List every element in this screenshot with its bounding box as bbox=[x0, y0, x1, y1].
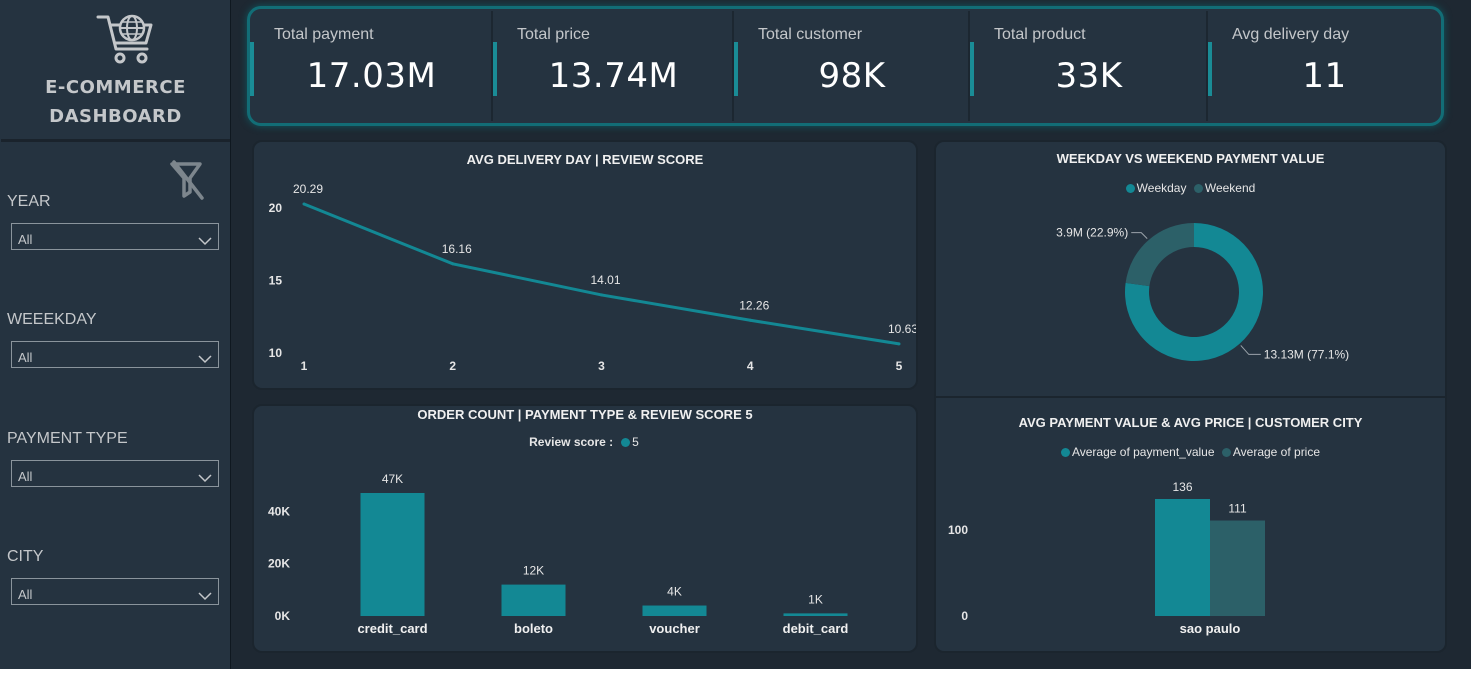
bar bbox=[1155, 499, 1210, 616]
payment-type-dropdown[interactable]: All bbox=[11, 460, 219, 487]
x-tick-label: 2 bbox=[449, 359, 456, 373]
x-tick-label: boleto bbox=[514, 621, 553, 636]
payment-type-dropdown-value: All bbox=[18, 469, 33, 484]
bar bbox=[783, 613, 848, 616]
year-dropdown-value: All bbox=[18, 232, 33, 247]
kpi-value: 33K bbox=[1055, 56, 1123, 96]
dashboard-title-line1: E-COMMERCE bbox=[45, 77, 186, 98]
y-tick-label: 100 bbox=[948, 523, 968, 537]
data-label: 136 bbox=[1172, 480, 1192, 494]
kpi-label: Total price bbox=[517, 26, 590, 43]
city-bar-chart: 0 100 136 111 sao paulo bbox=[948, 480, 1265, 636]
data-label: 12.26 bbox=[739, 298, 769, 312]
kpi-label: Total customer bbox=[758, 26, 863, 43]
data-point bbox=[748, 318, 752, 322]
order-count-panel: ORDER COUNT | PAYMENT TYPE & REVIEW SCOR… bbox=[252, 404, 918, 653]
kpi-value: 13.74M bbox=[548, 56, 679, 96]
y-tick-label: 0K bbox=[275, 609, 291, 623]
data-point bbox=[600, 293, 603, 297]
chevron-down-icon bbox=[198, 468, 212, 487]
x-tick-label: 4 bbox=[747, 359, 754, 373]
x-tick-label: 5 bbox=[896, 359, 903, 373]
x-tick-label: 1 bbox=[301, 359, 308, 373]
weekday-dropdown[interactable]: All bbox=[11, 341, 219, 368]
y-tick-label: 15 bbox=[269, 274, 283, 288]
kpi-card-total-price: Total price 13.74M bbox=[493, 9, 734, 123]
data-label: 1K bbox=[808, 592, 823, 606]
kpi-card-total-payment: Total payment 17.03M bbox=[250, 9, 493, 123]
year-dropdown[interactable]: All bbox=[11, 223, 219, 250]
y-tick-label: 20 bbox=[269, 201, 283, 215]
weekday-dropdown-value: All bbox=[18, 350, 33, 365]
bar bbox=[1210, 520, 1265, 616]
bar-chart: 0K 20K 40K 47K credit_card 12K boleto 4K voucher… bbox=[268, 472, 849, 636]
kpi-label: Total payment bbox=[274, 26, 374, 43]
data-label: 14.01 bbox=[590, 273, 620, 287]
bar bbox=[642, 605, 707, 616]
data-label: 47K bbox=[382, 472, 403, 486]
data-label: 20.29 bbox=[293, 182, 323, 196]
kpi-value: 98K bbox=[818, 56, 886, 96]
data-point bbox=[451, 262, 455, 266]
bar bbox=[501, 584, 566, 616]
x-tick-label: voucher bbox=[649, 621, 700, 636]
x-tick-label: sao paulo bbox=[1180, 621, 1241, 636]
y-tick-label: 0 bbox=[961, 609, 968, 623]
kpi-value: 17.03M bbox=[306, 56, 437, 96]
data-point bbox=[302, 202, 306, 206]
filter-label-city: CITY bbox=[7, 548, 44, 565]
data-label: 111 bbox=[1228, 502, 1247, 516]
data-label: 10.63 bbox=[888, 322, 916, 336]
payment-value-panel: WEEKDAY VS WEEKEND PAYMENT VALUE Weekday… bbox=[934, 140, 1447, 653]
y-tick-label: 20K bbox=[268, 557, 290, 571]
clear-filter-icon[interactable] bbox=[168, 158, 208, 206]
sidebar: E-COMMERCE DASHBOARD YEAR All WEEEKDAY A… bbox=[0, 0, 231, 669]
x-tick-label: 3 bbox=[598, 359, 605, 373]
kpi-strip: Total payment 17.03M Total price 13.74M … bbox=[247, 6, 1444, 126]
filter-label-year: YEAR bbox=[7, 193, 51, 210]
data-label: 12K bbox=[523, 564, 544, 578]
kpi-card-avg-delivery-day: Avg delivery day 11 bbox=[1208, 9, 1441, 123]
dashboard-title-line2: DASHBOARD bbox=[49, 106, 182, 127]
city-dropdown[interactable]: All bbox=[11, 578, 219, 605]
kpi-label: Avg delivery day bbox=[1232, 26, 1350, 43]
filter-label-weekday: WEEEKDAY bbox=[7, 311, 97, 328]
kpi-card-total-product: Total product 33K bbox=[970, 9, 1208, 123]
logo-panel: E-COMMERCE DASHBOARD bbox=[1, 1, 230, 142]
x-tick-label: credit_card bbox=[357, 621, 427, 636]
line-chart: 10 15 20 1 2 3 4 5 20.29 16.16 14.01 12.26 10.63 bbox=[269, 182, 916, 373]
chevron-down-icon bbox=[198, 349, 212, 368]
city-dropdown-value: All bbox=[18, 587, 33, 602]
data-label: 16.16 bbox=[442, 242, 472, 256]
x-tick-label: debit_card bbox=[783, 621, 849, 636]
kpi-label: Total product bbox=[994, 26, 1086, 43]
y-tick-label: 10 bbox=[269, 346, 283, 360]
data-point bbox=[897, 342, 901, 346]
chevron-down-icon bbox=[198, 586, 212, 605]
dashboard: E-COMMERCE DASHBOARD YEAR All WEEEKDAY A… bbox=[0, 0, 1471, 669]
kpi-card-total-customer: Total customer 98K bbox=[734, 9, 970, 123]
data-label: 4K bbox=[667, 585, 682, 599]
y-tick-label: 40K bbox=[268, 504, 290, 518]
shopping-cart-globe-icon bbox=[95, 11, 157, 73]
avg-delivery-day-panel: AVG DELIVERY DAY | REVIEW SCORE 10 15 20 1 2… bbox=[252, 140, 918, 390]
chevron-down-icon bbox=[198, 231, 212, 250]
bar bbox=[360, 493, 425, 616]
kpi-value: 11 bbox=[1302, 56, 1347, 96]
filter-label-payment-type: PAYMENT TYPE bbox=[7, 430, 128, 447]
